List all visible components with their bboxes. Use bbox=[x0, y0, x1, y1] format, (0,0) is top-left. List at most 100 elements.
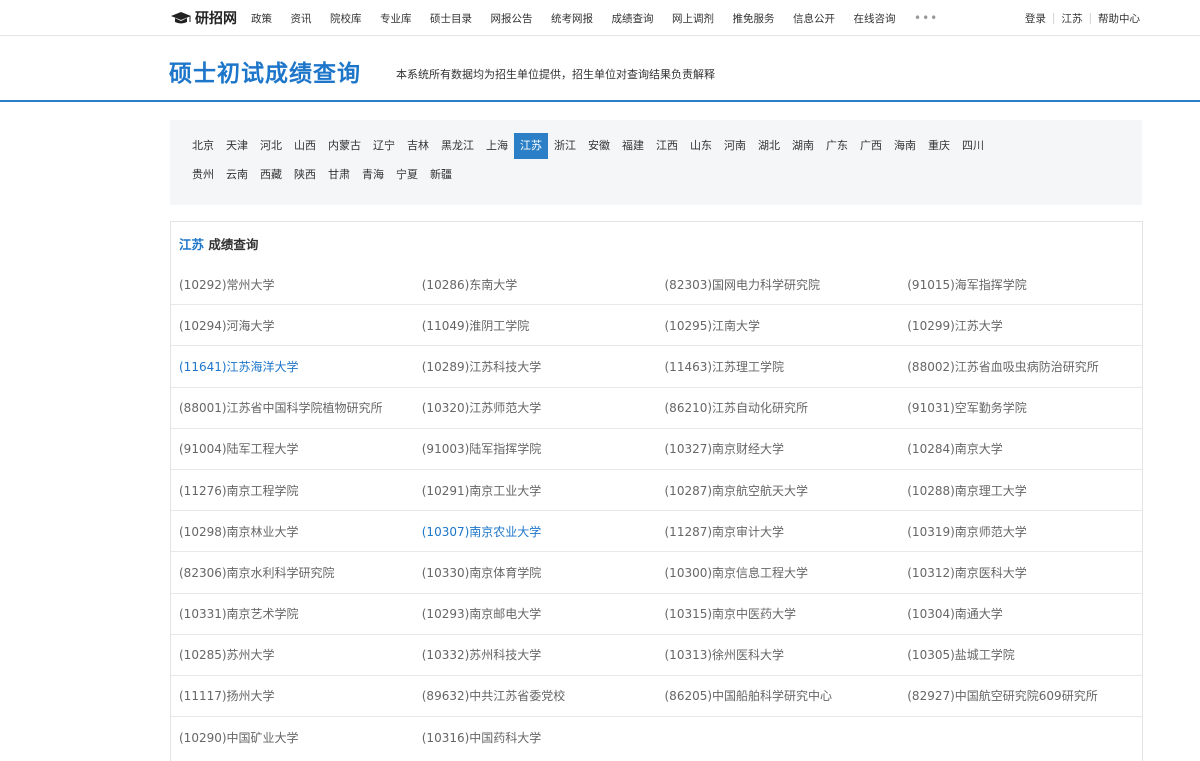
institution-link[interactable]: (86205)中国船舶科学研究中心 bbox=[657, 687, 900, 704]
institution-link[interactable]: (10284)南京大学 bbox=[899, 440, 1142, 457]
institution-link[interactable]: (91004)陆军工程大学 bbox=[171, 440, 414, 457]
site-logo[interactable]: 研招网 bbox=[170, 8, 237, 28]
institution-link[interactable]: (10332)苏州科技大学 bbox=[414, 646, 657, 663]
institution-link[interactable]: (10299)江苏大学 bbox=[899, 317, 1142, 334]
institution-link[interactable]: (10320)江苏师范大学 bbox=[414, 399, 657, 416]
region-link[interactable]: 江苏 bbox=[1061, 11, 1082, 26]
nav-item[interactable]: 政策 bbox=[251, 11, 272, 26]
institution-link[interactable]: (10285)苏州大学 bbox=[171, 646, 414, 663]
province-link[interactable]: 湖北 bbox=[752, 133, 786, 159]
nav-item[interactable]: 信息公开 bbox=[793, 11, 835, 26]
institution-link[interactable]: (10286)东南大学 bbox=[414, 276, 657, 293]
province-link[interactable]: 新疆 bbox=[424, 162, 458, 188]
institution-link[interactable]: (91031)空军勤务学院 bbox=[899, 399, 1142, 416]
nav-item[interactable]: 网报公告 bbox=[491, 11, 533, 26]
institution-link[interactable]: (10319)南京师范大学 bbox=[899, 523, 1142, 540]
institution-link[interactable]: (10315)南京中医药大学 bbox=[657, 605, 900, 622]
institution-link[interactable]: (10313)徐州医科大学 bbox=[657, 646, 900, 663]
institution-link[interactable]: (10291)南京工业大学 bbox=[414, 482, 657, 499]
institution-link[interactable]: (11276)南京工程学院 bbox=[171, 482, 414, 499]
institution-link[interactable]: (10288)南京理工大学 bbox=[899, 482, 1142, 499]
institution-link[interactable]: (10305)盐城工学院 bbox=[899, 646, 1142, 663]
results-title-suffix: 成绩查询 bbox=[204, 237, 259, 252]
institution-link[interactable]: (10298)南京林业大学 bbox=[171, 523, 414, 540]
province-link[interactable]: 河南 bbox=[718, 133, 752, 159]
nav-item[interactable]: 推免服务 bbox=[733, 11, 775, 26]
province-link[interactable]: 北京 bbox=[186, 133, 220, 159]
institution-link[interactable]: (10294)河海大学 bbox=[171, 317, 414, 334]
institution-link[interactable]: (91015)海军指挥学院 bbox=[899, 276, 1142, 293]
province-link[interactable]: 黑龙江 bbox=[435, 133, 480, 159]
province-link[interactable]: 吉林 bbox=[401, 133, 435, 159]
province-link[interactable]: 山西 bbox=[288, 133, 322, 159]
graduation-cap-icon bbox=[171, 12, 191, 24]
province-link[interactable]: 海南 bbox=[888, 133, 922, 159]
province-link[interactable]: 甘肃 bbox=[322, 162, 356, 188]
nav-item[interactable]: 硕士目录 bbox=[430, 11, 472, 26]
province-link[interactable]: 浙江 bbox=[548, 133, 582, 159]
province-link[interactable]: 重庆 bbox=[922, 133, 956, 159]
province-link[interactable]: 安徽 bbox=[582, 133, 616, 159]
province-link[interactable]: 江苏 bbox=[514, 132, 548, 159]
institution-link[interactable]: (10316)中国药科大学 bbox=[414, 729, 657, 746]
institution-link[interactable]: (82306)南京水利科学研究院 bbox=[171, 564, 414, 581]
institution-link[interactable]: (11463)江苏理工学院 bbox=[657, 358, 900, 375]
institution-link[interactable]: (88001)江苏省中国科学院植物研究所 bbox=[171, 399, 414, 416]
nav-item[interactable]: 在线咨询 bbox=[854, 11, 896, 26]
nav-item[interactable]: 资讯 bbox=[291, 11, 312, 26]
province-link[interactable]: 辽宁 bbox=[367, 133, 401, 159]
institution-link[interactable]: (11117)扬州大学 bbox=[171, 687, 414, 704]
institution-link[interactable]: (89632)中共江苏省委党校 bbox=[414, 687, 657, 704]
province-link[interactable]: 陕西 bbox=[288, 162, 322, 188]
institution-link[interactable]: (82927)中国航空研究院609研究所 bbox=[899, 687, 1142, 704]
nav-item[interactable]: 专业库 bbox=[380, 11, 412, 26]
institution-link[interactable]: (10293)南京邮电大学 bbox=[414, 605, 657, 622]
institution-link[interactable]: (91003)陆军指挥学院 bbox=[414, 440, 657, 457]
table-row: (10285)苏州大学 (10332)苏州科技大学 (10313)徐州医科大学 (10… bbox=[171, 635, 1142, 676]
institution-link[interactable]: (10292)常州大学 bbox=[171, 276, 414, 293]
institution-link[interactable]: (11641)江苏海洋大学 bbox=[171, 358, 414, 375]
table-row: (10292)常州大学 (10286)东南大学 (82303)国网电力科学研究院 (9… bbox=[171, 264, 1142, 306]
institution-link[interactable]: (10287)南京航空航天大学 bbox=[657, 482, 900, 499]
more-icon[interactable]: ••• bbox=[914, 11, 938, 25]
institution-link[interactable]: (11049)淮阴工学院 bbox=[414, 317, 657, 334]
province-link[interactable]: 天津 bbox=[220, 133, 254, 159]
nav-item[interactable]: 院校库 bbox=[330, 11, 362, 26]
province-link[interactable]: 西藏 bbox=[254, 162, 288, 188]
province-link[interactable]: 湖南 bbox=[786, 133, 820, 159]
institution-link[interactable]: (10290)中国矿业大学 bbox=[171, 729, 414, 746]
nav-item[interactable]: 网上调剂 bbox=[672, 11, 714, 26]
province-link[interactable]: 四川 bbox=[956, 133, 990, 159]
page-header: 硕士初试成绩查询 本系统所有数据均为招生单位提供，招生单位对查询结果负责解释 bbox=[0, 36, 1200, 102]
institution-link[interactable]: (86210)江苏自动化研究所 bbox=[657, 399, 900, 416]
province-link[interactable]: 山东 bbox=[684, 133, 718, 159]
institution-link[interactable]: (10330)南京体育学院 bbox=[414, 564, 657, 581]
institution-link[interactable]: (10307)南京农业大学 bbox=[414, 523, 657, 540]
institution-link[interactable]: (11287)南京审计大学 bbox=[657, 523, 900, 540]
province-link[interactable]: 广西 bbox=[854, 133, 888, 159]
province-link[interactable]: 云南 bbox=[220, 162, 254, 188]
table-row: (82306)南京水利科学研究院 (10330)南京体育学院 (10300)南京信息… bbox=[171, 552, 1142, 594]
institution-link[interactable]: (10312)南京医科大学 bbox=[899, 564, 1142, 581]
province-link[interactable]: 福建 bbox=[616, 133, 650, 159]
province-link[interactable]: 宁夏 bbox=[390, 162, 424, 188]
institution-link[interactable]: (10304)南通大学 bbox=[899, 605, 1142, 622]
institution-link[interactable]: (10327)南京财经大学 bbox=[657, 440, 900, 457]
province-link[interactable]: 江西 bbox=[650, 133, 684, 159]
institution-link[interactable]: (82303)国网电力科学研究院 bbox=[657, 276, 900, 293]
institution-link[interactable]: (10289)江苏科技大学 bbox=[414, 358, 657, 375]
province-link[interactable]: 青海 bbox=[356, 162, 390, 188]
institution-link[interactable]: (10331)南京艺术学院 bbox=[171, 605, 414, 622]
province-link[interactable]: 上海 bbox=[480, 133, 514, 159]
institution-link[interactable]: (88002)江苏省血吸虫病防治研究所 bbox=[899, 358, 1142, 375]
nav-item[interactable]: 统考网报 bbox=[551, 11, 593, 26]
institution-link[interactable]: (10300)南京信息工程大学 bbox=[657, 564, 900, 581]
institution-link[interactable]: (10295)江南大学 bbox=[657, 317, 900, 334]
province-link[interactable]: 内蒙古 bbox=[322, 133, 367, 159]
login-link[interactable]: 登录 bbox=[1025, 11, 1046, 26]
province-link[interactable]: 广东 bbox=[820, 133, 854, 159]
province-link[interactable]: 河北 bbox=[254, 133, 288, 159]
nav-item[interactable]: 成绩查询 bbox=[612, 11, 654, 26]
province-link[interactable]: 贵州 bbox=[186, 162, 220, 188]
help-link[interactable]: 帮助中心 bbox=[1098, 11, 1140, 26]
